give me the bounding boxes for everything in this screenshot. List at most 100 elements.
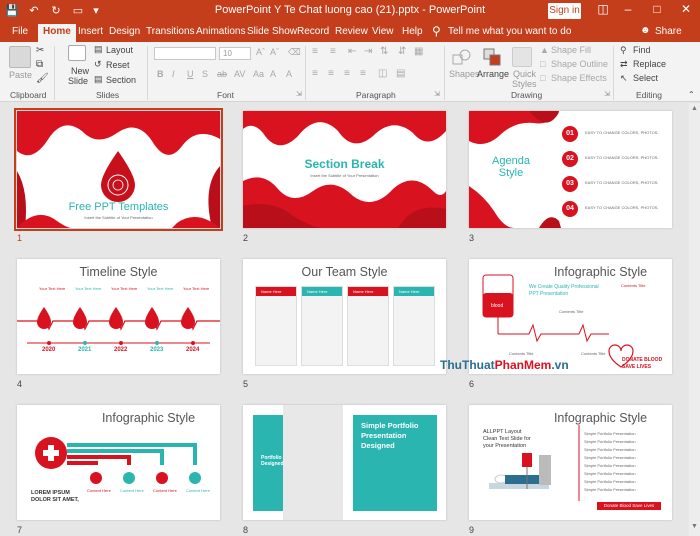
shape-outline-icon[interactable]: □ bbox=[540, 59, 545, 69]
slide-thumbnail-1[interactable]: Free PPT Templates Insert the Subtitle o… bbox=[14, 108, 223, 231]
arrange-button[interactable]: Arrange bbox=[477, 69, 509, 79]
slide-thumbnail-3[interactable]: Agenda Style 01 02 03 04 EASY TO CHANGE … bbox=[469, 111, 672, 228]
slide-7-content-4: Content Here bbox=[186, 488, 210, 493]
character-spacing-button[interactable]: AV bbox=[234, 69, 245, 79]
font-name-combo[interactable] bbox=[154, 47, 216, 60]
align-right-icon[interactable]: ≡ bbox=[344, 68, 350, 79]
format-painter-icon[interactable]: 🖌 bbox=[36, 73, 49, 84]
collapse-ribbon-icon[interactable]: ⌃ bbox=[688, 90, 695, 99]
slide-7-lorem: LOREM IPSUM DOLOR SIT AMET, bbox=[31, 490, 79, 503]
layout-icon[interactable]: ▤ bbox=[94, 44, 103, 55]
reset-button[interactable]: Reset bbox=[106, 60, 130, 70]
reset-icon[interactable]: ↺ bbox=[94, 59, 102, 70]
new-slide-icon[interactable] bbox=[68, 45, 86, 61]
quick-styles-icon[interactable] bbox=[512, 47, 532, 67]
select-button[interactable]: Select bbox=[633, 73, 658, 83]
numbering-icon[interactable]: ≡ bbox=[330, 46, 336, 57]
change-case-button[interactable]: Aa bbox=[253, 69, 264, 79]
slide-2-title: Section Break bbox=[304, 157, 385, 171]
paragraph-dialog-launcher-icon[interactable]: ⇲ bbox=[434, 90, 440, 98]
italic-button[interactable]: I bbox=[172, 69, 175, 79]
shapes-icon[interactable] bbox=[452, 48, 472, 66]
find-icon[interactable]: ⚲ bbox=[620, 45, 627, 56]
justify-icon[interactable]: ≡ bbox=[360, 68, 366, 79]
close-button[interactable]: ✕ bbox=[673, 2, 699, 16]
sign-in-button[interactable]: Sign in bbox=[548, 3, 581, 19]
tell-me-search[interactable]: Tell me what you want to do bbox=[448, 26, 571, 37]
new-slide-label-1[interactable]: New bbox=[71, 66, 89, 76]
text-direction-icon[interactable]: ⇵ bbox=[398, 46, 406, 57]
strikethrough-button[interactable]: ab bbox=[217, 69, 227, 79]
align-left-icon[interactable]: ≡ bbox=[312, 68, 318, 79]
tab-design[interactable]: Design bbox=[109, 26, 140, 37]
shadow-button[interactable]: S bbox=[202, 69, 208, 79]
slide-thumbnail-8[interactable]: Portfolio Designed Simple Portfolio Pres… bbox=[243, 405, 446, 520]
section-icon[interactable]: ▤ bbox=[94, 74, 103, 85]
slide-thumbnail-5[interactable]: Our Team Style Name Here Name Here Name … bbox=[243, 259, 446, 374]
tab-animations[interactable]: Animations bbox=[196, 26, 245, 37]
smartart-icon[interactable]: ▤ bbox=[396, 68, 405, 79]
columns-icon[interactable]: ◫ bbox=[378, 68, 387, 79]
increase-font-icon[interactable]: Aˆ bbox=[256, 47, 265, 57]
font-dialog-launcher-icon[interactable]: ⇲ bbox=[296, 90, 302, 98]
shape-effects-button[interactable]: Shape Effects bbox=[551, 73, 607, 83]
align-text-icon[interactable]: ▦ bbox=[414, 46, 423, 57]
drawing-dialog-launcher-icon[interactable]: ⇲ bbox=[604, 90, 610, 98]
scroll-up-icon[interactable]: ▲ bbox=[691, 105, 698, 112]
underline-button[interactable]: U bbox=[187, 69, 194, 79]
font-size-combo[interactable]: 10 bbox=[219, 47, 251, 60]
quick-styles-label-2[interactable]: Styles bbox=[512, 79, 537, 89]
shapes-button[interactable]: Shapes bbox=[449, 69, 480, 79]
bold-button[interactable]: B bbox=[157, 69, 164, 79]
slide-thumbnail-2[interactable]: Section Break Insert the Subtitle of You… bbox=[243, 111, 446, 228]
vertical-scrollbar[interactable]: ▲ ▼ bbox=[689, 103, 700, 536]
tab-transitions[interactable]: Transitions bbox=[146, 26, 195, 37]
shape-outline-button[interactable]: Shape Outline bbox=[551, 59, 608, 69]
shape-fill-icon[interactable]: ▲ bbox=[540, 45, 549, 55]
copy-icon[interactable]: ⧉ bbox=[36, 59, 43, 70]
group-separator bbox=[147, 46, 148, 100]
share-button[interactable]: Share bbox=[655, 26, 682, 37]
increase-indent-icon[interactable]: ⇥ bbox=[364, 46, 372, 57]
title-bar: 💾 ↶ ↻ ▭ ▾ PowerPoint Y Te Chat luong cao… bbox=[0, 0, 700, 22]
slide-thumbnail-7[interactable]: Infographic Style LOREM IPSUM DOLOR SIT … bbox=[17, 405, 220, 520]
select-icon[interactable]: ↖ bbox=[620, 73, 628, 84]
tab-review[interactable]: Review bbox=[335, 26, 368, 37]
decrease-indent-icon[interactable]: ⇤ bbox=[348, 46, 356, 57]
new-slide-label-2[interactable]: Slide bbox=[68, 76, 88, 86]
slide-thumbnail-6[interactable]: Infographic Style blood We Create Qualit… bbox=[469, 259, 672, 374]
minimize-button[interactable]: – bbox=[615, 2, 641, 16]
layout-button[interactable]: Layout bbox=[106, 45, 133, 55]
align-center-icon[interactable]: ≡ bbox=[328, 68, 334, 79]
tab-slide-show[interactable]: Slide Show bbox=[247, 26, 297, 37]
highlight-color-button[interactable]: A bbox=[270, 69, 276, 79]
tab-view[interactable]: View bbox=[372, 26, 394, 37]
section-button[interactable]: Section bbox=[106, 75, 136, 85]
replace-icon[interactable]: ⇄ bbox=[620, 59, 628, 70]
paste-button[interactable]: Paste bbox=[9, 70, 32, 80]
decrease-font-icon[interactable]: Aˇ bbox=[270, 47, 279, 57]
cut-icon[interactable]: ✂ bbox=[36, 45, 44, 56]
slide-thumbnail-4[interactable]: Timeline Style Your Text Here Your Text … bbox=[17, 259, 220, 374]
ribbon-display-options-icon[interactable]: ◫ bbox=[590, 2, 616, 16]
shape-effects-icon[interactable]: □ bbox=[540, 73, 545, 83]
font-color-button[interactable]: A bbox=[286, 69, 292, 79]
slide-6-badge: blood bbox=[491, 303, 504, 309]
bullets-icon[interactable]: ≡ bbox=[312, 46, 318, 57]
find-button[interactable]: Find bbox=[633, 45, 651, 55]
shape-fill-button[interactable]: Shape Fill bbox=[551, 45, 591, 55]
tab-help[interactable]: Help bbox=[402, 26, 423, 37]
scroll-down-icon[interactable]: ▼ bbox=[691, 523, 698, 530]
tab-insert[interactable]: Insert bbox=[78, 26, 103, 37]
replace-button[interactable]: Replace bbox=[633, 59, 666, 69]
slide-thumbnail-9[interactable]: Infographic Style ALLPPT Layout Clean Te… bbox=[469, 405, 672, 520]
tab-record[interactable]: Record bbox=[297, 26, 329, 37]
arrange-icon[interactable] bbox=[482, 47, 502, 67]
clear-formatting-icon[interactable]: ⌫ bbox=[288, 47, 301, 58]
quick-styles-label-1[interactable]: Quick bbox=[513, 69, 536, 79]
tab-file[interactable]: File bbox=[12, 26, 28, 37]
maximize-button[interactable]: □ bbox=[644, 2, 670, 16]
paste-icon[interactable] bbox=[9, 46, 31, 68]
tab-home[interactable]: Home bbox=[38, 24, 76, 42]
line-spacing-icon[interactable]: ⇅ bbox=[380, 46, 388, 57]
